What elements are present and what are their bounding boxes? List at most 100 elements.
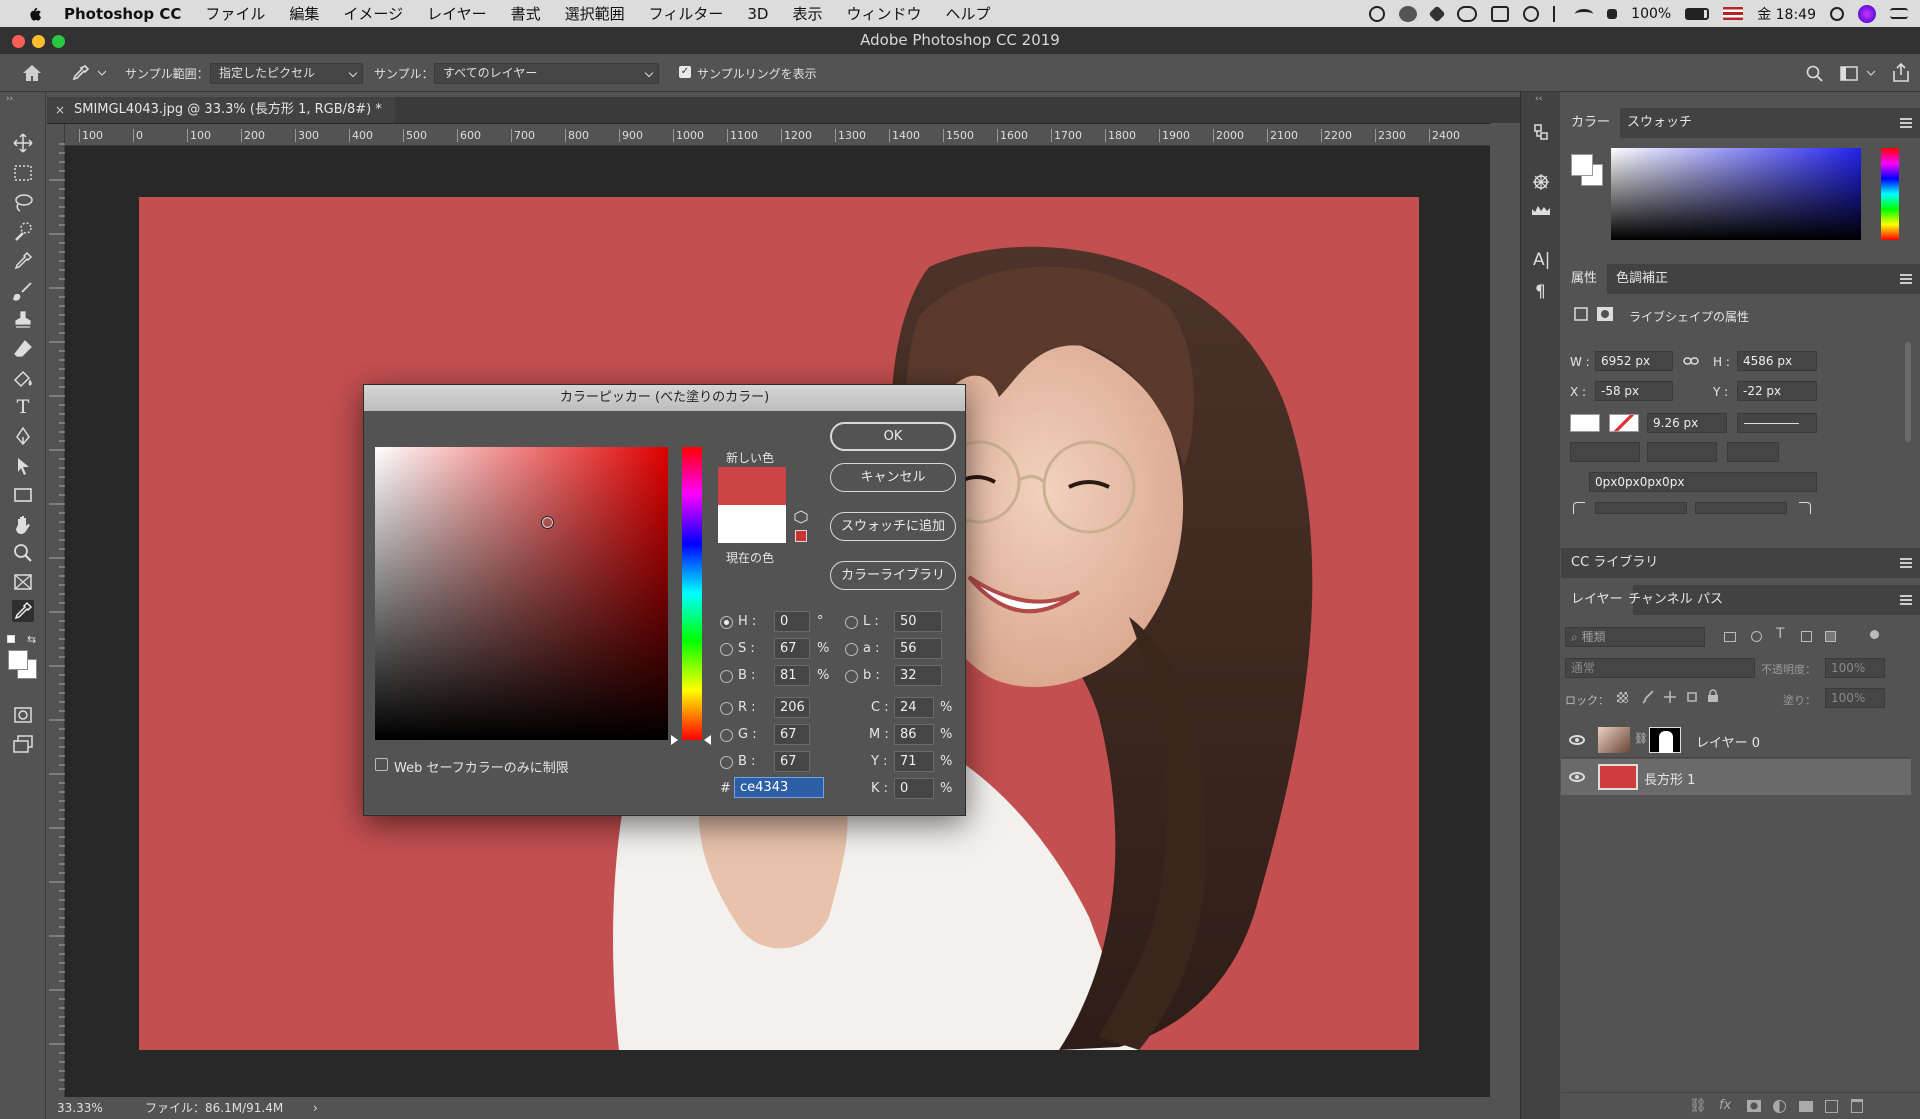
default-colors-icon[interactable]	[7, 635, 15, 643]
lab-b-radio[interactable]	[845, 670, 858, 683]
battery-icon[interactable]	[1685, 7, 1710, 20]
corner-radius-tl-input[interactable]	[1595, 502, 1687, 514]
brush-settings-icon[interactable]	[1531, 172, 1551, 192]
marquee-tool-icon[interactable]	[12, 162, 34, 184]
wifi-icon[interactable]	[1575, 8, 1594, 19]
active-eyedropper-icon[interactable]	[12, 600, 34, 622]
filter-toggle-icon[interactable]	[1870, 630, 1879, 639]
notification-center-icon[interactable]	[1890, 8, 1908, 19]
tab-swatches[interactable]: スウォッチ	[1617, 108, 1702, 138]
hue-ramp[interactable]	[1881, 148, 1899, 240]
siri-icon[interactable]	[1858, 4, 1876, 23]
h-input[interactable]: 0	[774, 611, 810, 632]
a-radio[interactable]	[845, 643, 858, 656]
g-radio[interactable]	[720, 729, 733, 742]
minimize-window-button[interactable]	[32, 35, 45, 48]
creative-cloud-icon[interactable]	[1457, 5, 1478, 22]
layer-name[interactable]: レイヤー 0	[1696, 732, 1760, 751]
g-input[interactable]: 67	[774, 724, 810, 745]
menu-filter[interactable]: フィルター	[649, 3, 724, 24]
adjustment-layer-icon[interactable]	[1773, 1100, 1786, 1113]
vertical-ruler[interactable]	[47, 124, 65, 1106]
tab-properties[interactable]: 属性	[1561, 264, 1608, 294]
fx-icon[interactable]: fx	[1719, 1098, 1731, 1113]
k-input[interactable]: 0	[894, 778, 934, 799]
swap-colors-icon[interactable]: ⇆	[27, 633, 36, 646]
document-tab[interactable]: × SMIMGL4043.jpg @ 33.3% (長方形 1, RGB/8#)…	[47, 97, 395, 123]
fill-swatch[interactable]	[1570, 414, 1600, 432]
close-tab-icon[interactable]: ×	[55, 97, 65, 123]
mask-icon[interactable]	[1596, 306, 1614, 322]
r-radio[interactable]	[720, 702, 733, 715]
tab-color[interactable]: カラー	[1561, 108, 1621, 138]
ok-button[interactable]: OK	[830, 422, 956, 451]
flag-icon[interactable]	[1723, 7, 1744, 20]
rectangle-tool-icon[interactable]	[12, 484, 34, 506]
blend-mode-select[interactable]: 通常	[1565, 658, 1755, 678]
l-radio[interactable]	[845, 616, 858, 629]
horizontal-ruler[interactable]: 100 0 100 200 300 400 500 600 700 800 900 1000 1100 1…	[65, 124, 1490, 146]
hue-slider-left-arrow[interactable]	[671, 735, 678, 745]
brushes-icon[interactable]	[1531, 204, 1551, 216]
layers-panel-menu-icon[interactable]	[1900, 595, 1912, 605]
record-icon[interactable]	[1369, 5, 1386, 22]
layer-row-selected[interactable]: 長方形 1	[1561, 759, 1911, 795]
color-picker-cursor[interactable]	[541, 516, 554, 529]
menu-edit[interactable]: 編集	[289, 3, 319, 24]
panel-fg-swatch[interactable]	[1571, 154, 1593, 176]
brightness-input[interactable]: 81	[774, 665, 810, 686]
stroke-align-select[interactable]	[1570, 442, 1640, 462]
h-radio[interactable]	[720, 616, 733, 629]
dropbox-icon[interactable]	[1428, 5, 1446, 22]
c-input[interactable]: 24	[894, 697, 934, 718]
stamp-tool-icon[interactable]	[12, 309, 34, 331]
eye-icon[interactable]	[1569, 772, 1585, 782]
stroke-caps-select[interactable]	[1647, 442, 1717, 462]
cc-library-menu-icon[interactable]	[1900, 558, 1912, 568]
saturation-brightness-field[interactable]	[375, 447, 668, 740]
stroke-width-input[interactable]: 9.26 px	[1647, 413, 1727, 433]
menu-app-name[interactable]: Photoshop CC	[64, 5, 181, 23]
layer-name[interactable]: 長方形 1	[1644, 769, 1695, 788]
height-input[interactable]: 4586 px	[1737, 351, 1817, 371]
bluetooth-icon[interactable]	[1553, 5, 1561, 22]
s-radio[interactable]	[720, 643, 733, 656]
show-ring-checkbox[interactable]: ✓	[679, 66, 691, 78]
eyedropper-tool-icon[interactable]	[12, 250, 34, 272]
character-icon[interactable]: A|	[1533, 250, 1550, 270]
color-libraries-button[interactable]: カラーライブラリ	[830, 561, 956, 590]
time-machine-icon[interactable]	[1523, 5, 1540, 22]
filter-shape-icon[interactable]	[1801, 631, 1812, 642]
a-input[interactable]: 56	[894, 638, 942, 659]
chain-link-icon[interactable]: ⛓	[1634, 732, 1648, 745]
web-safe-swatch[interactable]	[795, 530, 807, 542]
screen-mode-icon[interactable]	[12, 733, 34, 755]
eyedropper-icon[interactable]	[70, 64, 90, 84]
hand-tool-icon[interactable]	[12, 513, 34, 535]
foreground-color-swatch[interactable]	[8, 650, 28, 670]
collapse-arrows-icon[interactable]: ››	[6, 94, 13, 104]
path-select-tool-icon[interactable]	[12, 455, 34, 477]
x-input[interactable]: -58 px	[1595, 381, 1673, 401]
blue-input[interactable]: 67	[774, 751, 810, 772]
status-menu-arrow-icon[interactable]: ›	[313, 1097, 318, 1119]
gamut-warning-icon[interactable]	[794, 510, 808, 524]
y-input[interactable]: -22 px	[1737, 381, 1817, 401]
stroke-corners-select[interactable]	[1727, 442, 1779, 462]
s-input[interactable]: 67	[774, 638, 810, 659]
web-only-checkbox[interactable]	[375, 758, 388, 771]
new-group-icon[interactable]	[1799, 1101, 1813, 1112]
stroke-swatch[interactable]	[1609, 414, 1639, 432]
script-icon[interactable]	[1491, 5, 1510, 22]
lock-image-icon[interactable]	[1641, 690, 1655, 704]
quick-mask-icon[interactable]	[12, 704, 34, 726]
volume-icon[interactable]	[1607, 8, 1618, 19]
y-input[interactable]: 71	[894, 751, 934, 772]
filter-pixel-icon[interactable]	[1724, 632, 1736, 642]
fill-input[interactable]: 100%	[1825, 688, 1885, 708]
layer-filter-select[interactable]: ⌕ 種類	[1565, 627, 1705, 647]
filter-adjustment-icon[interactable]	[1751, 631, 1762, 642]
properties-panel-menu-icon[interactable]	[1900, 274, 1912, 284]
chevron-down-icon[interactable]	[1866, 70, 1876, 78]
cancel-button[interactable]: キャンセル	[830, 463, 956, 492]
